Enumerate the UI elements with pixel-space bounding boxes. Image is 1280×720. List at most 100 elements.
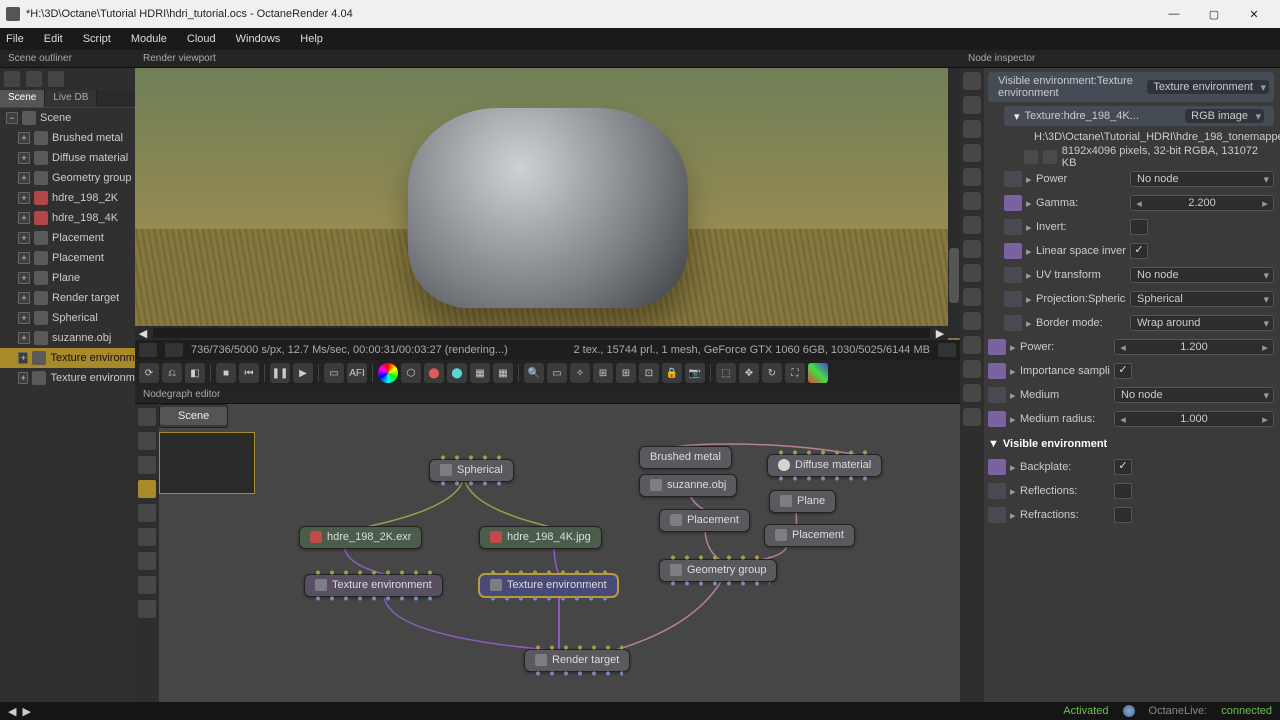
tb-btn[interactable]: ⬤ — [424, 363, 444, 383]
insp-tool-icon[interactable] — [963, 72, 981, 90]
ng-tool-icon[interactable] — [138, 504, 156, 522]
tb-btn[interactable]: ⊡ — [639, 363, 659, 383]
node-suzanne[interactable]: suzanne.obj — [639, 474, 737, 497]
tree-item[interactable]: +Placement — [0, 228, 135, 248]
tb-btn[interactable]: ⊞ — [593, 363, 613, 383]
insp-tool-icon[interactable] — [963, 96, 981, 114]
tex-type-combo[interactable]: RGB image — [1185, 109, 1264, 123]
tb-btn[interactable]: ⬡ — [401, 363, 421, 383]
node-geometry-group[interactable]: Geometry group — [659, 559, 777, 582]
tb-btn[interactable]: ⊞ — [616, 363, 636, 383]
minimize-button[interactable]: — — [1154, 0, 1194, 28]
tree-item[interactable]: +Texture environment — [0, 348, 135, 368]
viewport-scrollbar-h[interactable]: ◀▶ — [135, 326, 948, 340]
prev-button[interactable]: ⏮ — [239, 363, 259, 383]
node-texenv-2[interactable]: Texture environment — [479, 574, 618, 597]
visible-environment-header[interactable]: ▼ Visible environment — [988, 434, 1274, 454]
menu-windows[interactable]: Windows — [236, 33, 281, 45]
menu-cloud[interactable]: Cloud — [187, 33, 216, 45]
insp-tool-icon[interactable] — [963, 216, 981, 234]
ng-tool-icon[interactable] — [138, 432, 156, 450]
tb-btn[interactable]: ⎌ — [162, 363, 182, 383]
node-hdri-2k[interactable]: hdre_198_2K.exr — [299, 526, 422, 549]
node-render-target[interactable]: Render target — [524, 649, 630, 672]
insp-tool-icon[interactable] — [963, 360, 981, 378]
maximize-button[interactable]: ▢ — [1194, 0, 1234, 28]
status-icon[interactable] — [938, 343, 956, 357]
insp-tool-icon[interactable] — [963, 264, 981, 282]
tab-scene[interactable]: Scene — [0, 90, 45, 107]
gizmo-icon[interactable] — [808, 363, 828, 383]
render-viewport[interactable]: ◀▶ 736/736/5000 s/px, 12.7 Ms/sec, 00:00… — [135, 68, 960, 360]
tree-item[interactable]: +Render target — [0, 288, 135, 308]
node-diffuse[interactable]: Diffuse material — [767, 454, 882, 477]
insp-tool-icon[interactable] — [963, 168, 981, 186]
tb-btn[interactable]: ▦ — [470, 363, 490, 383]
play-button[interactable]: ▶ — [293, 363, 313, 383]
color-wheel-icon[interactable] — [378, 363, 398, 383]
node-hdri-4k[interactable]: hdre_198_4K.jpg — [479, 526, 602, 549]
tb-btn[interactable]: ▦ — [493, 363, 513, 383]
tb-btn[interactable]: ▭ — [324, 363, 344, 383]
tree-item[interactable]: +hdre_198_2K — [0, 188, 135, 208]
scene-tree[interactable]: −Scene+Brushed metal+Diffuse material+Ge… — [0, 108, 135, 702]
outliner-tool-icon[interactable] — [26, 71, 42, 87]
ng-tool-icon[interactable] — [138, 408, 156, 426]
tb-btn[interactable]: 📷 — [685, 363, 705, 383]
tab-livedb[interactable]: Live DB — [45, 90, 97, 107]
menu-help[interactable]: Help — [300, 33, 323, 45]
tree-item[interactable]: +Placement — [0, 248, 135, 268]
menu-script[interactable]: Script — [83, 33, 111, 45]
insp-tool-icon[interactable] — [963, 192, 981, 210]
lock-icon[interactable]: 🔒 — [662, 363, 682, 383]
insp-tool-icon[interactable] — [963, 408, 981, 426]
tb-btn[interactable]: AFI — [347, 363, 367, 383]
node-place-2[interactable]: Placement — [764, 524, 855, 547]
status-icon[interactable] — [139, 343, 157, 357]
nav-left-icon[interactable]: ◀ — [8, 705, 16, 718]
tree-item[interactable]: +suzanne.obj — [0, 328, 135, 348]
tb-btn[interactable]: ⬚ — [716, 363, 736, 383]
inspector-type-combo[interactable]: Texture environment — [1147, 80, 1269, 94]
outliner-tool-icon[interactable] — [4, 71, 20, 87]
zoom-icon[interactable]: 🔍 — [524, 363, 544, 383]
tb-btn[interactable]: ↻ — [762, 363, 782, 383]
insp-tool-icon[interactable] — [963, 312, 981, 330]
nodegraph-minimap[interactable] — [159, 432, 255, 494]
stop-button[interactable]: ■ — [216, 363, 236, 383]
status-icon[interactable] — [165, 343, 183, 357]
node-spherical[interactable]: Spherical — [429, 459, 514, 482]
tb-btn[interactable]: ⬤ — [447, 363, 467, 383]
ng-tool-icon[interactable] — [138, 600, 156, 618]
ng-tool-icon[interactable] — [138, 456, 156, 474]
viewport-scrollbar-v[interactable] — [948, 68, 960, 338]
nodegraph-canvas[interactable]: Scene Spherical hdre_19 — [159, 404, 960, 702]
insp-tool-icon[interactable] — [963, 144, 981, 162]
menu-edit[interactable]: Edit — [44, 33, 63, 45]
tree-item[interactable]: +Spherical — [0, 308, 135, 328]
ng-tool-icon[interactable] — [138, 528, 156, 546]
tree-item[interactable]: +Texture environment — [0, 368, 135, 388]
insp-tool-icon[interactable] — [963, 240, 981, 258]
tree-item[interactable]: +Brushed metal — [0, 128, 135, 148]
tree-item[interactable]: +hdre_198_4K — [0, 208, 135, 228]
insp-tool-icon[interactable] — [963, 120, 981, 138]
ng-tool-icon[interactable] — [138, 576, 156, 594]
menu-module[interactable]: Module — [131, 33, 167, 45]
outliner-tool-icon[interactable] — [48, 71, 64, 87]
node-brushed-metal[interactable]: Brushed metal — [639, 446, 732, 469]
ng-scene-tab[interactable]: Scene — [160, 407, 227, 425]
tree-item[interactable]: +Diffuse material — [0, 148, 135, 168]
menu-file[interactable]: File — [6, 33, 24, 45]
node-plane[interactable]: Plane — [769, 490, 836, 513]
tb-btn[interactable]: ▭ — [547, 363, 567, 383]
tree-item[interactable]: +Geometry group — [0, 168, 135, 188]
close-button[interactable]: ✕ — [1234, 0, 1274, 28]
insp-tool-icon[interactable] — [963, 384, 981, 402]
pause-button[interactable]: ❚❚ — [270, 363, 290, 383]
ng-tool-icon[interactable] — [138, 480, 156, 498]
wrench-icon[interactable] — [1043, 150, 1057, 164]
tree-item[interactable]: +Plane — [0, 268, 135, 288]
fullscreen-icon[interactable]: ⛶ — [785, 363, 805, 383]
tb-btn[interactable]: ⟳ — [139, 363, 159, 383]
